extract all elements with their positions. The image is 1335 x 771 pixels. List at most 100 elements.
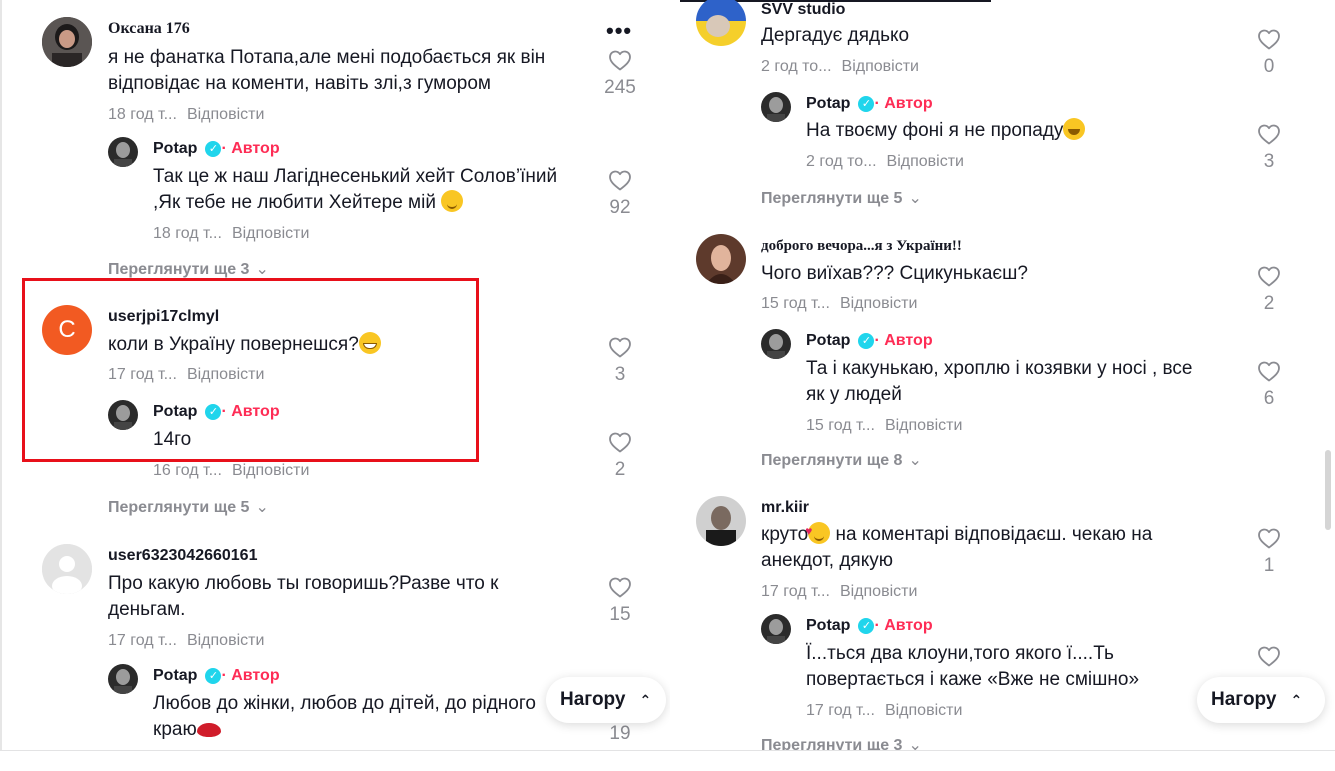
- comment-time: 17 год т...: [108, 632, 177, 649]
- more-options-icon[interactable]: •••: [606, 18, 632, 44]
- reply-username[interactable]: Potap: [806, 617, 850, 634]
- comment-time: 17 год т...: [806, 702, 875, 719]
- avatar[interactable]: [761, 92, 791, 122]
- reply-button[interactable]: Відповісти: [840, 295, 917, 312]
- like-heart-icon[interactable]: [608, 169, 632, 191]
- reply-button[interactable]: Відповісти: [885, 702, 962, 719]
- comment-text: деньгам.: [108, 599, 186, 620]
- comment-text-line: круто на коментарі відповідаєш. чекаю на: [761, 518, 1153, 548]
- reply-button[interactable]: Відповісти: [842, 58, 919, 75]
- like-count: 19: [609, 723, 631, 744]
- reply-username[interactable]: Potap: [806, 332, 850, 349]
- reply-author-line: Potap ✓ · Автор: [806, 95, 933, 113]
- like-count: 2: [1263, 293, 1275, 314]
- comment-text: на коментарі відповідаєш. чекаю на: [830, 524, 1153, 545]
- scrollbar-thumb[interactable]: [1325, 450, 1331, 530]
- view-more-replies-button[interactable]: Переглянути ще 3 ⌄: [108, 259, 269, 279]
- reply-button[interactable]: Відповісти: [187, 106, 264, 123]
- comment-username[interactable]: mr.kiir: [761, 499, 809, 517]
- view-more-label: Переглянути ще 5: [761, 190, 903, 207]
- avatar[interactable]: [696, 234, 746, 284]
- like-heart-icon[interactable]: [1257, 360, 1281, 382]
- view-more-label: Переглянути ще 3: [761, 737, 903, 750]
- like-heart-icon[interactable]: [608, 431, 632, 453]
- comment-time: 15 год т...: [806, 417, 875, 434]
- comment-meta: 16 год т... Відповісти: [153, 462, 309, 480]
- scroll-to-top-label: Нагору: [1211, 689, 1277, 710]
- like-count: 15: [609, 604, 631, 625]
- reply-username[interactable]: Potap: [153, 667, 197, 684]
- like-heart-icon[interactable]: [1257, 123, 1281, 145]
- avatar-photo: [761, 329, 791, 359]
- reply-button[interactable]: Відповісти: [885, 417, 962, 434]
- comment-username[interactable]: user6323042660161: [108, 547, 257, 565]
- comment-meta: 15 год т... Відповісти: [761, 295, 917, 313]
- double-chevron-up-icon: ⌃: [1290, 692, 1303, 708]
- avatar[interactable]: [696, 0, 746, 46]
- like-count: 3: [1263, 151, 1275, 172]
- avatar[interactable]: [761, 329, 791, 359]
- avatar-photo: [108, 137, 138, 167]
- reply-username[interactable]: Potap: [153, 140, 197, 157]
- reply-username[interactable]: Potap: [806, 95, 850, 112]
- avatar[interactable]: [761, 614, 791, 644]
- view-more-replies-button[interactable]: Переглянути ще 8 ⌄: [761, 450, 922, 470]
- like-count: 1: [1263, 555, 1275, 576]
- reply-text: Та і какунькаю, хроплю і козявки у носі …: [806, 358, 1193, 379]
- comment-meta: 15 год т... Відповісти: [806, 417, 962, 435]
- verified-badge-icon: ✓: [858, 96, 875, 112]
- avatar[interactable]: [42, 17, 92, 67]
- reply-button[interactable]: Відповісти: [187, 632, 264, 649]
- reply-button[interactable]: Відповісти: [232, 462, 309, 479]
- avatar-photo: [696, 0, 746, 46]
- avatar-photo: [108, 664, 138, 694]
- comment-username[interactable]: Оксана 176: [108, 20, 190, 38]
- comment-username[interactable]: доброго вечора...я з України!!: [761, 238, 962, 255]
- reply-button[interactable]: Відповісти: [840, 583, 917, 600]
- comment-meta: 17 год т... Відповісти: [761, 583, 917, 601]
- comment-time: 18 год т...: [108, 106, 177, 123]
- comment-username[interactable]: SVV studio: [761, 1, 845, 19]
- reply-text-line: На твоєму фоні я не пропаду: [806, 118, 1086, 144]
- author-tag: Автор: [884, 332, 933, 349]
- avatar-photo: [696, 234, 746, 284]
- comment-text: я не фанатка Потапа,але мені подобається…: [108, 47, 546, 68]
- like-heart-icon[interactable]: [1257, 28, 1281, 50]
- comment-time: 16 год т...: [153, 462, 222, 479]
- comment-meta: 18 год т... Відповісти: [153, 225, 309, 243]
- avatar[interactable]: [108, 137, 138, 167]
- like-heart-icon[interactable]: [608, 336, 632, 358]
- verified-badge-icon: ✓: [858, 333, 875, 349]
- author-tag: Автор: [884, 95, 933, 112]
- reply-author-line: Potap ✓ · Автор: [806, 617, 933, 635]
- like-heart-icon[interactable]: [608, 576, 632, 598]
- like-heart-icon[interactable]: [608, 49, 632, 71]
- like-heart-icon[interactable]: [1257, 527, 1281, 549]
- reply-button[interactable]: Відповісти: [887, 153, 964, 170]
- view-more-label: Переглянути ще 8: [761, 452, 903, 469]
- reply-button[interactable]: Відповісти: [232, 225, 309, 242]
- comment-meta: 2 год то... Відповісти: [761, 58, 919, 76]
- comment-time: 18 год т...: [153, 225, 222, 242]
- view-more-replies-button[interactable]: Переглянути ще 5 ⌄: [761, 188, 922, 208]
- reply-text: Так це ж наш Лагіднесенький хейт Солов’ї…: [153, 166, 558, 187]
- avatar[interactable]: [696, 496, 746, 546]
- scroll-to-top-button[interactable]: Нагору ⌃: [1197, 677, 1325, 723]
- author-tag: Автор: [231, 140, 280, 157]
- view-more-replies-button[interactable]: Переглянути ще 5 ⌄: [108, 497, 269, 517]
- like-heart-icon[interactable]: [1257, 265, 1281, 287]
- avatar-photo: [42, 17, 92, 67]
- default-avatar-icon[interactable]: [42, 544, 92, 594]
- scroll-to-top-button[interactable]: Нагору ⌃: [546, 677, 666, 723]
- comment-meta: 18 год т... Відповісти: [108, 106, 264, 124]
- view-more-replies-button[interactable]: Переглянути ще 3 ⌄: [761, 735, 922, 750]
- bottom-bar: [0, 750, 1335, 771]
- comment-meta: 2 год то... Відповісти: [806, 153, 964, 171]
- like-heart-icon[interactable]: [1257, 645, 1281, 667]
- highlight-annotation-box: [22, 278, 479, 462]
- verified-badge-icon: ✓: [205, 668, 222, 684]
- view-more-label: Переглянути ще 5: [108, 499, 250, 516]
- avatar[interactable]: [108, 664, 138, 694]
- like-count: 3: [614, 364, 626, 385]
- reply-text: На твоєму фоні я не пропаду: [806, 120, 1064, 141]
